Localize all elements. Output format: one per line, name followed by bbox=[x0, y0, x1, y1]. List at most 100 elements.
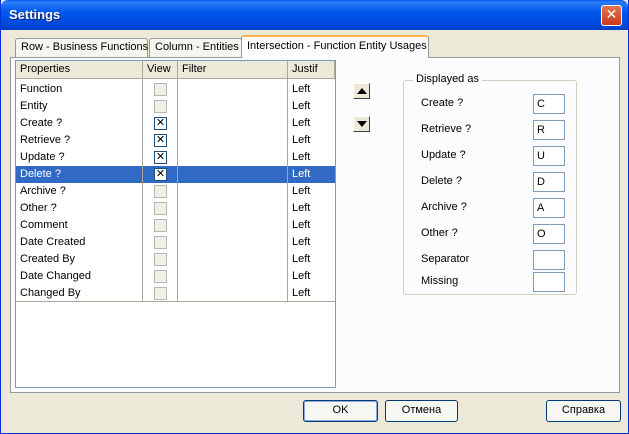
tab-intersection-usages[interactable]: Intersection - Function Entity Usages bbox=[241, 35, 429, 58]
filter-cell[interactable] bbox=[178, 217, 287, 234]
displayed-as-input[interactable] bbox=[533, 272, 565, 292]
property-name: Entity bbox=[20, 100, 48, 112]
view-checkbox[interactable] bbox=[154, 236, 167, 249]
justif-cell[interactable]: Left bbox=[288, 149, 335, 166]
view-cell bbox=[143, 251, 177, 268]
ok-button[interactable]: OK bbox=[303, 400, 378, 422]
filter-cell[interactable] bbox=[178, 251, 287, 268]
displayed-as-input[interactable]: C bbox=[533, 94, 565, 114]
filter-cell[interactable] bbox=[178, 200, 287, 217]
view-cell bbox=[143, 234, 177, 251]
property-name: Date Changed bbox=[20, 270, 91, 282]
view-checkbox[interactable]: ✕ bbox=[154, 150, 167, 164]
view-checkbox[interactable] bbox=[154, 270, 167, 283]
filter-cell[interactable] bbox=[178, 268, 287, 285]
justif-cell[interactable]: Left bbox=[288, 234, 335, 251]
move-up-button[interactable] bbox=[353, 83, 370, 99]
displayed-as-input[interactable]: R bbox=[533, 120, 565, 140]
displayed-as-label: Create ? bbox=[421, 97, 464, 109]
justif-cell[interactable]: Left bbox=[288, 98, 335, 115]
view-cell bbox=[143, 81, 177, 98]
up-arrow-icon bbox=[357, 88, 367, 94]
justif-cell[interactable]: Left bbox=[288, 81, 335, 98]
property-name: Function bbox=[20, 83, 63, 95]
cancel-button[interactable]: Отмена bbox=[385, 400, 458, 422]
view-cell bbox=[143, 268, 177, 285]
justif-cell[interactable]: Left bbox=[288, 183, 335, 200]
filter-cell[interactable] bbox=[178, 132, 287, 149]
view-cell: ✕ bbox=[143, 149, 177, 166]
property-name: Retrieve ? bbox=[20, 134, 71, 146]
properties-grid[interactable]: Properties View Filter Justif Function Le… bbox=[15, 60, 336, 388]
view-cell: ✕ bbox=[143, 132, 177, 149]
column-header-filter[interactable]: Filter bbox=[178, 61, 288, 79]
displayed-as-label: Delete ? bbox=[421, 175, 462, 187]
tab-row-business-functions[interactable]: Row - Business Functions bbox=[15, 38, 148, 57]
view-checkbox[interactable] bbox=[154, 219, 167, 232]
view-checkbox[interactable] bbox=[154, 202, 167, 215]
close-icon[interactable]: ✕ bbox=[601, 5, 622, 26]
view-cell: ✕ bbox=[143, 166, 177, 183]
justif-cell[interactable]: Left bbox=[288, 166, 335, 183]
view-cell bbox=[143, 285, 177, 302]
property-name: Changed By bbox=[20, 287, 81, 299]
justif-cell[interactable]: Left bbox=[288, 251, 335, 268]
justif-cell[interactable]: Left bbox=[288, 285, 335, 302]
view-checkbox[interactable] bbox=[154, 83, 167, 96]
view-checkbox[interactable] bbox=[154, 253, 167, 266]
column-divider bbox=[177, 79, 178, 301]
displayed-as-label: Update ? bbox=[421, 149, 466, 161]
filter-cell[interactable] bbox=[178, 98, 287, 115]
view-checkbox[interactable]: ✕ bbox=[154, 116, 167, 130]
displayed-as-input[interactable] bbox=[533, 250, 565, 270]
filter-cell[interactable] bbox=[178, 285, 287, 302]
view-cell bbox=[143, 183, 177, 200]
property-name: Archive ? bbox=[20, 185, 66, 197]
column-header-properties[interactable]: Properties bbox=[16, 61, 143, 79]
justif-cell[interactable]: Left bbox=[288, 217, 335, 234]
displayed-as-label: Archive ? bbox=[421, 201, 467, 213]
filter-cell[interactable] bbox=[178, 183, 287, 200]
filter-cell[interactable] bbox=[178, 166, 287, 183]
property-name: Comment bbox=[20, 219, 68, 231]
check-icon: ✕ bbox=[155, 133, 166, 146]
property-name: Create ? bbox=[20, 117, 63, 129]
check-icon: ✕ bbox=[155, 150, 166, 163]
filter-cell[interactable] bbox=[178, 234, 287, 251]
displayed-as-input[interactable]: O bbox=[533, 224, 565, 244]
view-checkbox[interactable] bbox=[154, 185, 167, 198]
move-down-button[interactable] bbox=[353, 116, 370, 132]
displayed-as-legend: Displayed as bbox=[413, 73, 482, 85]
view-checkbox[interactable]: ✕ bbox=[154, 167, 167, 181]
view-checkbox[interactable] bbox=[154, 100, 167, 113]
filter-cell[interactable] bbox=[178, 115, 287, 132]
justif-cell[interactable]: Left bbox=[288, 132, 335, 149]
tab-column-entities[interactable]: Column - Entities bbox=[149, 38, 242, 57]
displayed-as-input[interactable]: U bbox=[533, 146, 565, 166]
title-bar[interactable]: Settings ✕ bbox=[1, 0, 628, 30]
column-divider bbox=[142, 79, 143, 301]
view-checkbox[interactable]: ✕ bbox=[154, 133, 167, 147]
property-name: Other ? bbox=[20, 202, 57, 214]
displayed-as-label: Retrieve ? bbox=[421, 123, 472, 135]
displayed-as-input[interactable]: A bbox=[533, 198, 565, 218]
column-header-justif[interactable]: Justif bbox=[288, 61, 335, 79]
view-cell: ✕ bbox=[143, 115, 177, 132]
displayed-as-input[interactable]: D bbox=[533, 172, 565, 192]
justif-cell[interactable]: Left bbox=[288, 200, 335, 217]
view-cell bbox=[143, 98, 177, 115]
justif-cell[interactable]: Left bbox=[288, 115, 335, 132]
view-checkbox[interactable] bbox=[154, 287, 167, 300]
filter-cell[interactable] bbox=[178, 81, 287, 98]
justif-cell[interactable]: Left bbox=[288, 268, 335, 285]
property-name: Update ? bbox=[20, 151, 65, 163]
column-header-view[interactable]: View bbox=[143, 61, 178, 79]
settings-dialog: Settings ✕ Row - Business Functions Colu… bbox=[0, 0, 629, 434]
displayed-as-label: Missing bbox=[421, 275, 459, 287]
filter-cell[interactable] bbox=[178, 149, 287, 166]
view-cell bbox=[143, 200, 177, 217]
displayed-as-label: Other ? bbox=[421, 227, 458, 239]
displayed-as-label: Separator bbox=[421, 253, 470, 265]
help-button[interactable]: Справка bbox=[546, 400, 621, 422]
grid-header: Properties View Filter Justif bbox=[16, 61, 335, 79]
